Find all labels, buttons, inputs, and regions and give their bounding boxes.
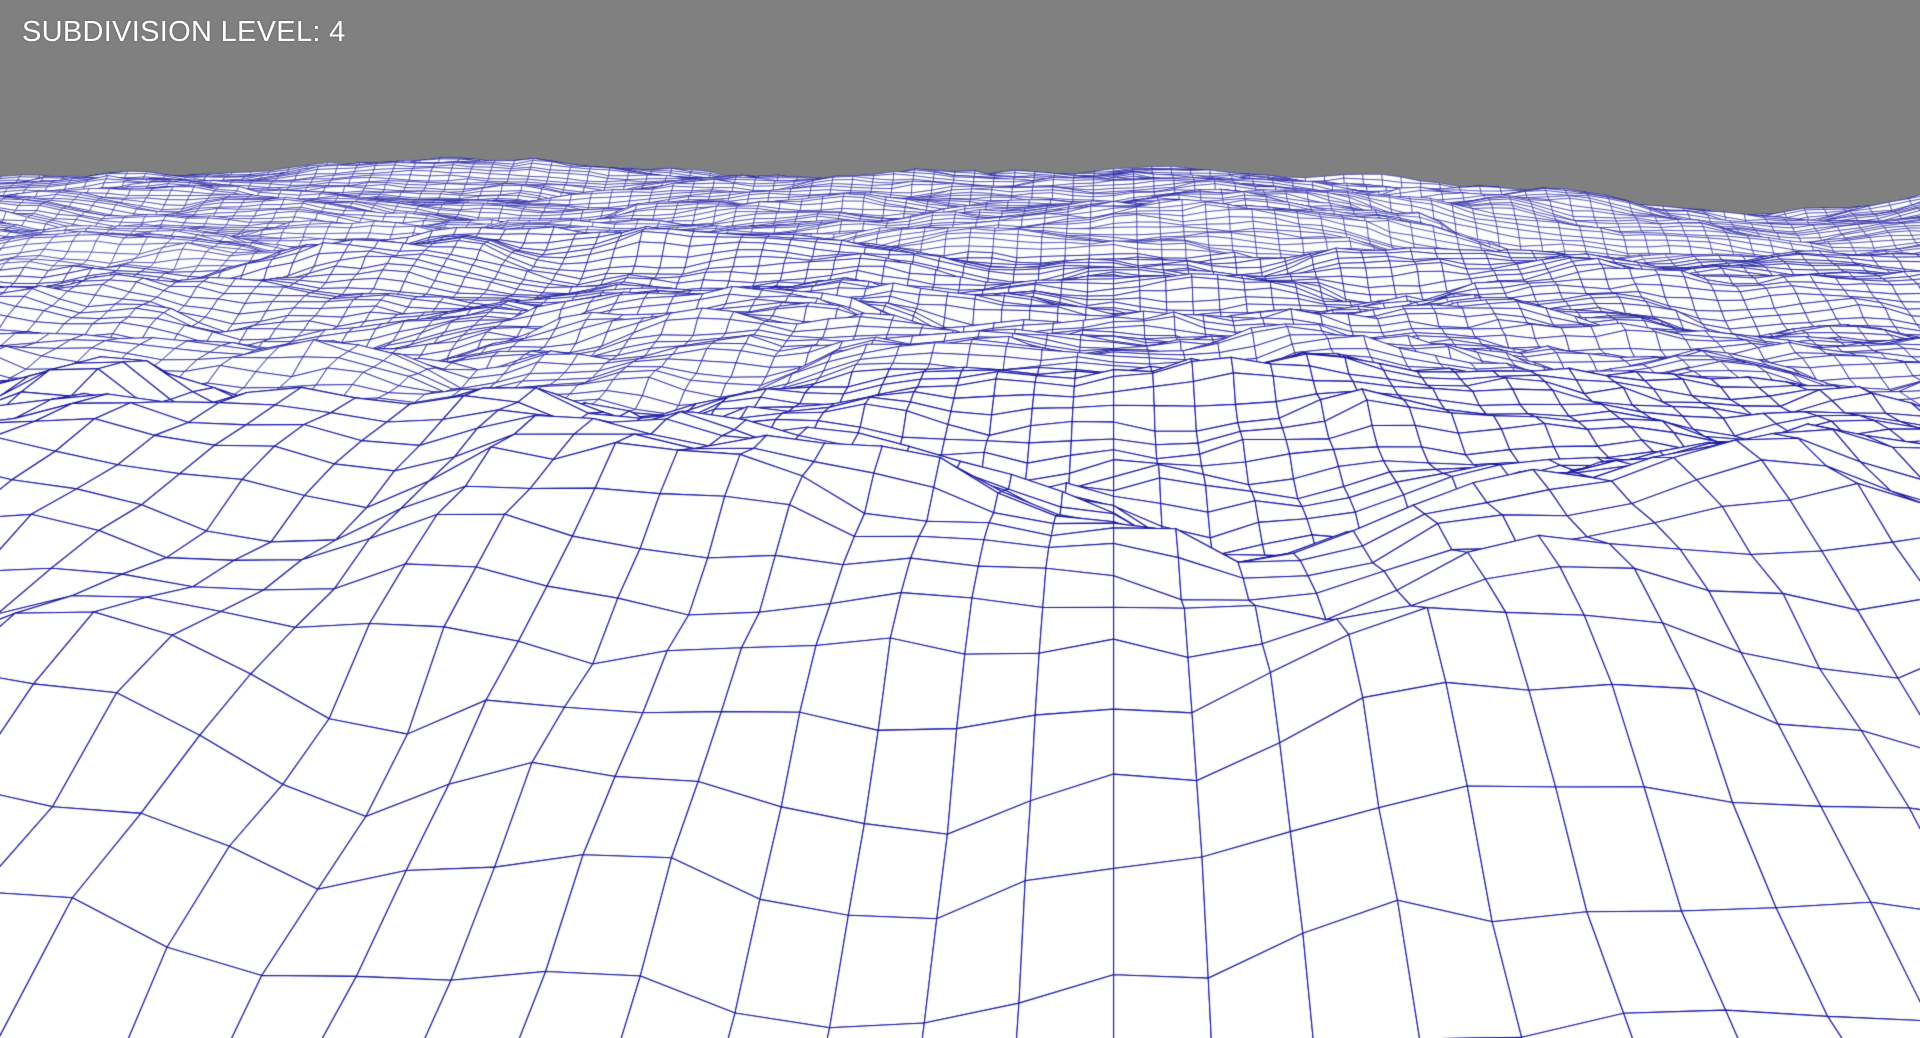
- 3d-viewport[interactable]: SUBDIVISION LEVEL: 4: [0, 0, 1920, 1038]
- wireframe-terrain-mesh[interactable]: [0, 0, 1920, 1038]
- subdivision-level-label: SUBDIVISION LEVEL: 4: [22, 16, 346, 48]
